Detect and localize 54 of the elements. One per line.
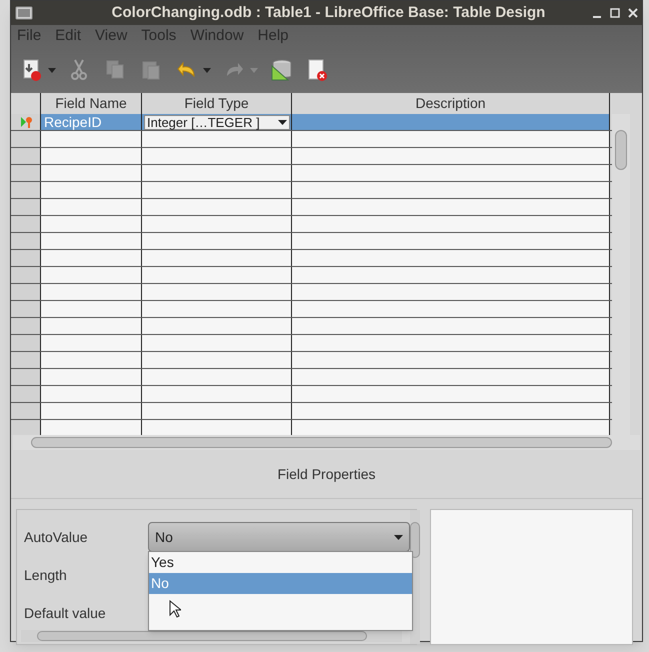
row-header[interactable] [11,165,41,181]
mouse-pointer-icon [169,600,181,618]
database-icon[interactable] [270,58,294,82]
horizontal-scrollbar[interactable] [21,630,402,642]
row-header[interactable] [11,386,41,402]
field-label: Default value [24,604,107,622]
vertical-scrollbar[interactable] [612,114,630,435]
row-header[interactable] [11,284,41,300]
row-header[interactable] [11,114,41,130]
row-header[interactable] [11,131,41,147]
horizontal-scrollbar[interactable] [13,435,640,450]
row-header[interactable] [11,199,41,215]
row-header[interactable] [11,335,41,351]
menu-item[interactable]: Help [258,24,289,48]
row-header[interactable] [11,318,41,334]
scrollbar-thumb[interactable] [37,631,367,641]
menu-item[interactable]: File [17,24,42,48]
toolbar-button[interactable] [21,58,56,82]
row-header[interactable] [11,233,41,249]
menu-item[interactable]: Edit [55,24,82,48]
close-document-icon[interactable] [306,58,330,82]
row-header[interactable] [11,182,41,198]
primary-key-icon [21,116,33,128]
row-header[interactable] [11,250,41,266]
caret-icon[interactable] [203,68,211,72]
field-label: AutoValue [24,528,89,546]
table-cell: RecipeID [41,114,142,130]
row-header[interactable] [11,267,41,283]
row-header[interactable] [11,403,41,419]
scrollbar-thumb[interactable] [410,522,420,558]
menu-item[interactable]: Tools [141,24,176,48]
menu-item[interactable]: Window [190,24,244,48]
row-header[interactable] [11,216,41,232]
menu-item[interactable]: View [95,24,128,48]
row-header[interactable] [11,301,41,317]
window-icon [15,6,33,20]
close-icon[interactable] [628,8,638,18]
row-header[interactable] [11,352,41,368]
row-header[interactable] [11,148,41,164]
autovalue-dropdown[interactable]: No [148,522,410,552]
window-title: ColorChanging.odb : Table1 - LibreOffice Base: Table Design [110,2,546,23]
scrollbar-thumb[interactable] [31,437,612,448]
caret-icon [394,534,403,540]
dropdown-option[interactable]: No [149,573,412,594]
section-title: Field Properties [277,465,376,484]
caret-icon [278,120,287,124]
dropdown-option[interactable]: Yes [149,552,412,573]
field-type-dropdown[interactable]: Integer […TEGER ] [144,114,290,130]
field-label: Length [24,566,68,585]
row-header[interactable] [11,369,41,385]
caret-icon[interactable] [48,68,56,72]
scrollbar-thumb[interactable] [615,130,627,170]
maximize-icon[interactable] [610,8,620,18]
row-header[interactable] [11,420,41,435]
